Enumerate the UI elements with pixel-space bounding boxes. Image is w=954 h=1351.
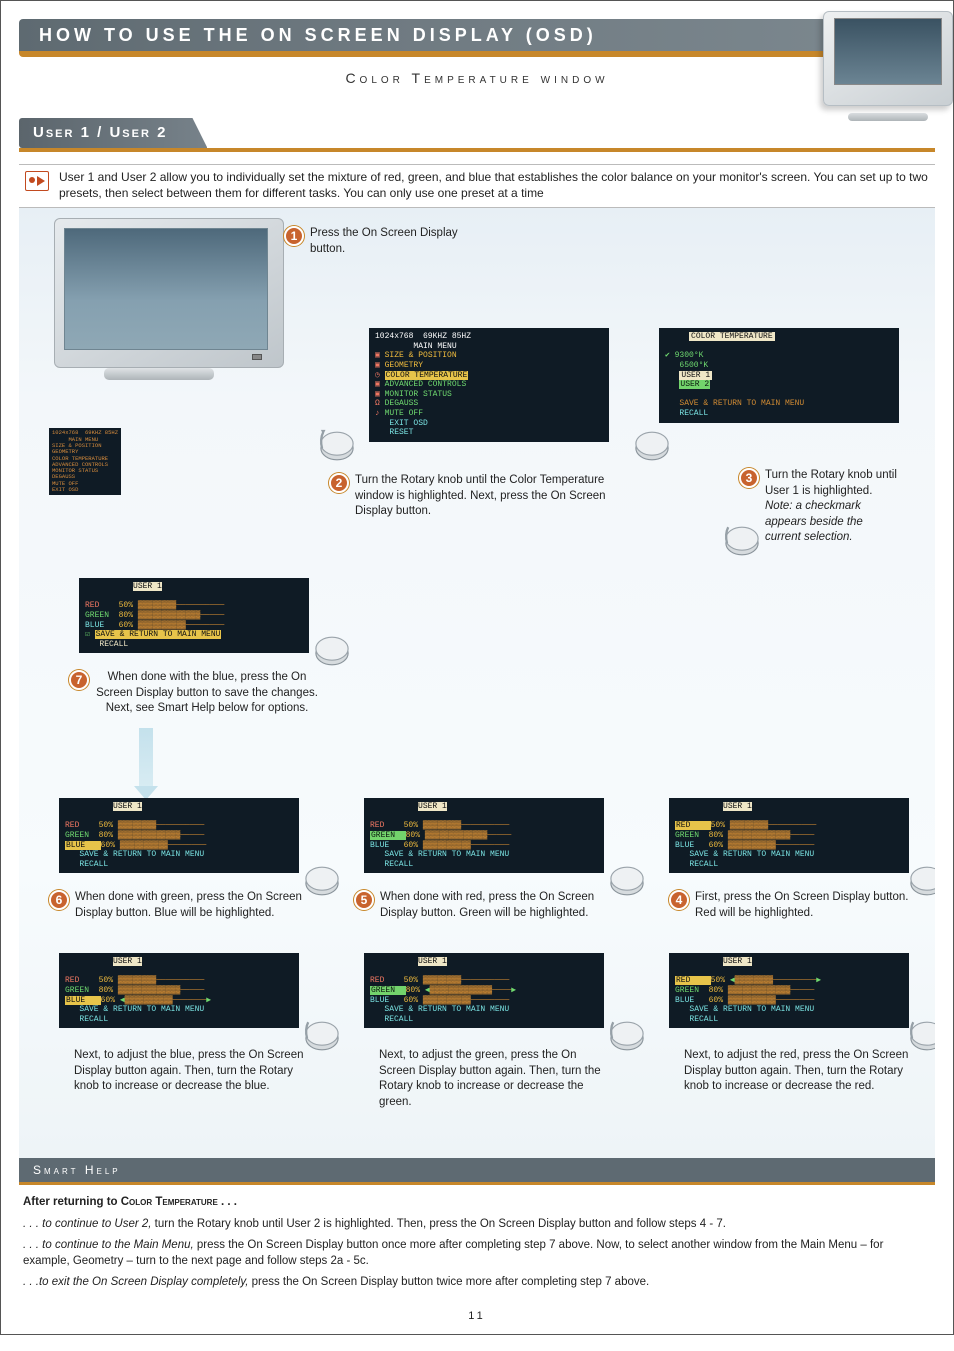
osd-color-temperature: COLOR TEMPERATURE ✔ 9300°K 6500°K USER 1… xyxy=(659,328,899,422)
smart-help-p1: . . . to continue to User 2, turn the Ro… xyxy=(23,1217,931,1233)
osd-user1-step5b: USER 1 RED 50% ▓▓▓▓▓▓▓▓────────── GREEN … xyxy=(364,953,604,1028)
step-4: 4 First, press the On Screen Display but… xyxy=(669,890,919,921)
intro-note-text: User 1 and User 2 allow you to individua… xyxy=(59,169,929,201)
smart-help-label: Smart Help xyxy=(19,1162,121,1178)
step-6b-text: Next, to adjust the blue, press the On S… xyxy=(74,1049,304,1092)
rotary-knob-icon xyxy=(604,1013,650,1059)
manual-page: How to Use the On Screen Display (OSD) C… xyxy=(0,0,954,1335)
page-number: 11 xyxy=(19,1309,935,1324)
smart-help-heading: After returning to Color Temperature . .… xyxy=(23,1196,237,1208)
step-7-text: When done with the blue, press the On Sc… xyxy=(95,670,319,717)
flow-arrow-icon xyxy=(139,728,153,788)
step-1: 1 Press the On Screen Display button. xyxy=(284,226,464,257)
crt-hero-illustration xyxy=(813,11,953,121)
step-5b-text: Next, to adjust the green, press the On … xyxy=(379,1049,601,1108)
step-1-text: Press the On Screen Display button. xyxy=(310,226,464,257)
page-title: How to Use the On Screen Display (OSD) xyxy=(19,23,597,47)
page-title-bar: How to Use the On Screen Display (OSD) xyxy=(19,19,935,51)
step-5: 5 When done with red, press the On Scree… xyxy=(354,890,614,921)
step-badge-1: 1 xyxy=(284,226,304,246)
osd-user1-step5: USER 1 RED 50% ▓▓▓▓▓▓▓▓────────── GREEN … xyxy=(364,798,604,873)
section-tab-label: User 1 / User 2 xyxy=(19,118,207,148)
step-badge-3: 3 xyxy=(739,468,759,488)
step-badge-7: 7 xyxy=(69,670,89,690)
intro-note: User 1 and User 2 allow you to individua… xyxy=(19,164,935,208)
rotary-knob-icon xyxy=(309,628,355,674)
smart-help-p2: . . . to continue to the Main Menu, pres… xyxy=(23,1238,931,1269)
osd-user1-step4b: USER 1 RED 50% ◀▓▓▓▓▓▓▓▓─────────▶ GREEN… xyxy=(669,953,909,1028)
rotary-knob-icon xyxy=(629,423,675,469)
rotary-knob-icon xyxy=(314,423,360,469)
smart-help-tab: Smart Help xyxy=(19,1158,935,1182)
flag-icon xyxy=(25,171,49,191)
section-tab: User 1 / User 2 xyxy=(19,118,935,148)
monitor-illustration xyxy=(54,218,284,408)
step-badge-4: 4 xyxy=(669,890,689,910)
osd-user1-step6: USER 1 RED 50% ▓▓▓▓▓▓▓▓────────── GREEN … xyxy=(59,798,299,873)
osd-user1-step7: USER 1 RED 50% ▓▓▓▓▓▓▓▓────────── GREEN … xyxy=(79,578,309,653)
osd-main-menu: 1024x768 69KHZ 85HZ MAIN MENU ▣ SIZE & P… xyxy=(369,328,609,442)
step-6: 6 When done with green, press the On Scr… xyxy=(49,890,309,921)
step-7: 7 When done with the blue, press the On … xyxy=(69,670,319,717)
step-flow-canvas: 1 Press the On Screen Display button. 10… xyxy=(19,208,935,1158)
page-subtitle: Color Temperature window xyxy=(19,69,935,88)
step-6-text: When done with green, press the On Scree… xyxy=(75,890,309,921)
smart-help-body: After returning to Color Temperature . .… xyxy=(19,1182,935,1303)
step-3-text: Turn the Rotary knob until User 1 is hig… xyxy=(765,468,899,546)
step-4b-text: Next, to adjust the red, press the On Sc… xyxy=(684,1049,908,1092)
osd-user1-step4: USER 1 RED 50% ▓▓▓▓▓▓▓▓────────── GREEN … xyxy=(669,798,909,873)
step-2: 2 Turn the Rotary knob until the Color T… xyxy=(329,473,609,520)
step-5b: Next, to adjust the green, press the On … xyxy=(379,1048,609,1110)
rotary-knob-icon xyxy=(299,1013,345,1059)
rotary-knob-icon xyxy=(719,518,765,564)
step-2-text: Turn the Rotary knob until the Color Tem… xyxy=(355,473,609,520)
smart-help-p3: . . .to exit the On Screen Display compl… xyxy=(23,1275,931,1291)
step-4-text: First, press the On Screen Display butto… xyxy=(695,890,919,921)
step-badge-2: 2 xyxy=(329,473,349,493)
osd-tiny-mainmenu: 1024x768 69KHZ 85HZ MAIN MENU SIZE & POS… xyxy=(49,428,121,495)
step-6b: Next, to adjust the blue, press the On S… xyxy=(74,1048,304,1095)
step-badge-5: 5 xyxy=(354,890,374,910)
step-4b: Next, to adjust the red, press the On Sc… xyxy=(684,1048,914,1095)
step-5-text: When done with red, press the On Screen … xyxy=(380,890,614,921)
step-badge-6: 6 xyxy=(49,890,69,910)
osd-user1-step6b: USER 1 RED 50% ▓▓▓▓▓▓▓▓────────── GREEN … xyxy=(59,953,299,1028)
